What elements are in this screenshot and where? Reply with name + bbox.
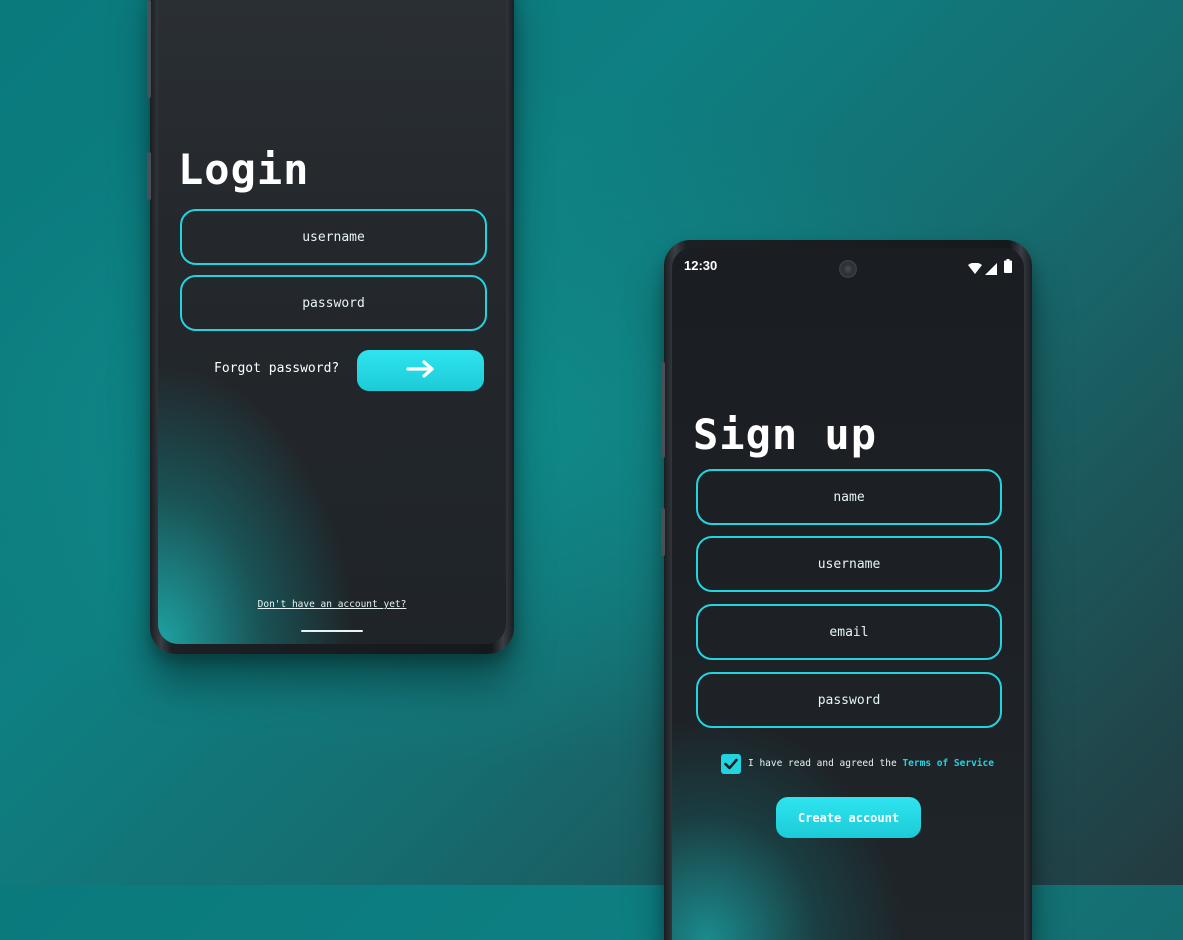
phone-side-button (147, 152, 151, 200)
login-phone-frame: Login username password Forgot password?… (147, 0, 514, 654)
cell-signal-icon (985, 260, 997, 279)
check-icon (724, 755, 738, 774)
home-indicator[interactable] (301, 630, 363, 632)
page-title: Login (178, 145, 310, 194)
username-input[interactable]: username (696, 536, 1002, 592)
create-account-button[interactable]: Create account (776, 797, 921, 838)
username-input[interactable]: username (180, 209, 487, 265)
password-input[interactable]: password (180, 275, 487, 331)
email-placeholder: email (829, 624, 869, 640)
page-title: Sign up (693, 410, 878, 459)
username-placeholder: username (302, 229, 365, 245)
status-time: 12:30 (684, 258, 718, 273)
password-placeholder: password (302, 295, 365, 311)
login-submit-button[interactable] (357, 350, 484, 391)
terms-label: I have read and agreed the Terms of Serv… (748, 758, 994, 769)
name-input[interactable]: name (696, 469, 1002, 525)
phone-side-button (661, 508, 665, 556)
login-screen: Login username password Forgot password?… (158, 0, 506, 644)
terms-of-service-link[interactable]: Terms of Service (902, 758, 994, 769)
password-input[interactable]: password (696, 672, 1002, 728)
phone-side-button (147, 0, 151, 98)
battery-icon (1004, 258, 1012, 277)
signup-screen: 12:30 Sign up name username email passwo… (672, 248, 1024, 940)
password-placeholder: password (817, 692, 881, 708)
name-placeholder: name (833, 489, 865, 505)
wifi-icon (968, 260, 982, 279)
signup-link[interactable]: Don't have an account yet? (158, 599, 506, 610)
front-camera (839, 260, 857, 278)
username-placeholder: username (817, 556, 881, 572)
terms-checkbox[interactable] (721, 754, 741, 774)
arrow-right-icon (405, 359, 436, 383)
terms-prefix: I have read and agreed the (748, 758, 897, 769)
signup-phone-frame: 12:30 Sign up name username email passwo… (661, 240, 1032, 940)
phone-side-button (661, 362, 665, 458)
forgot-password-link[interactable]: Forgot password? (214, 361, 339, 376)
email-input[interactable]: email (696, 604, 1002, 660)
